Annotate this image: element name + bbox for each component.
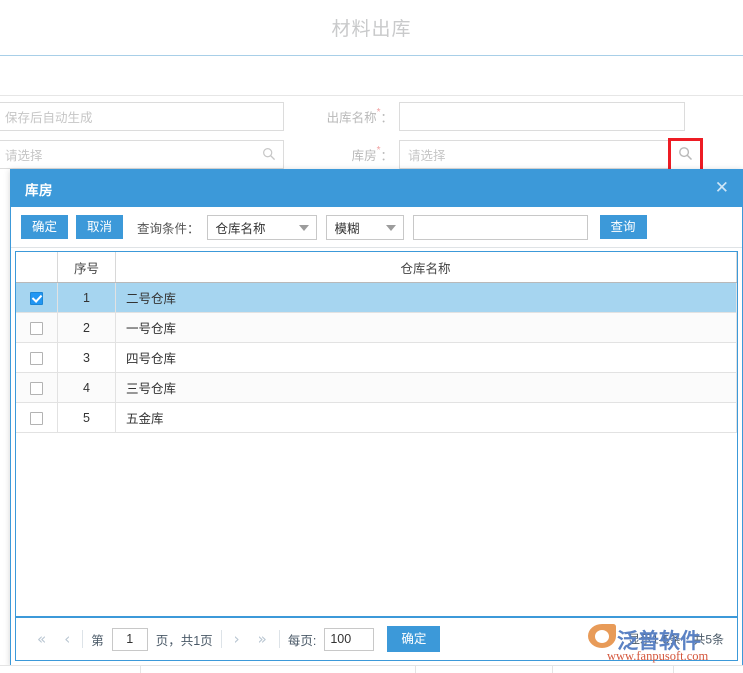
form-area: 保存后自动生成 出库名称*： 请选择 库房*： 请选择: [0, 96, 743, 173]
warehouse-search-highlight: [668, 137, 703, 173]
form-col-left-2: 请选择: [0, 139, 286, 169]
dialog-titlebar: 库房 ✕: [11, 170, 742, 207]
close-icon[interactable]: ✕: [715, 180, 729, 197]
auto-number-value: 保存后自动生成: [5, 110, 93, 125]
warehouse-value: 请选择: [408, 148, 446, 163]
row-checkbox[interactable]: [30, 321, 43, 335]
row-checkbox[interactable]: [30, 291, 43, 305]
per-page-label: 每页:: [287, 633, 317, 648]
row-select-cell[interactable]: [16, 342, 58, 373]
table-header-row: 序号 仓库名称: [16, 252, 737, 283]
toolbar-band: [0, 56, 743, 96]
table-row[interactable]: 5 五金库: [16, 402, 737, 433]
page-bottom-strip: [0, 665, 743, 673]
query-keyword-input[interactable]: [412, 214, 588, 240]
column-header-select: [16, 252, 58, 283]
dialog-toolbar: 确定 取消 查询条件： 仓库名称 模糊 查询: [11, 207, 742, 248]
page-suffix-label: 页，共1页: [155, 633, 213, 648]
auto-number-field[interactable]: 保存后自动生成: [0, 101, 284, 131]
dialog-cancel-button[interactable]: 取消: [76, 215, 124, 239]
row-name-cell: 四号仓库: [115, 342, 737, 373]
first-page-button[interactable]: «: [28, 630, 55, 648]
search-icon[interactable]: [678, 146, 693, 164]
row-select-cell[interactable]: [16, 372, 58, 403]
table-row[interactable]: 3 四号仓库: [16, 342, 737, 373]
warehouse-label: 库房*：: [351, 144, 393, 163]
out-name-label: 出库名称*：: [326, 106, 393, 125]
form-row-1: 保存后自动生成 出库名称*：: [0, 100, 743, 132]
pagination-bar: « ‹ 第 页，共1页 › » 每页: 确定 显示1-5条，共5条: [15, 617, 738, 661]
row-index-cell: 4: [57, 372, 116, 403]
warehouse-table: 序号 仓库名称 1 二号仓库 2 一号仓库 3 四号仓库 4 三号仓库 5 五金库: [16, 252, 737, 433]
query-match-select[interactable]: 模糊: [325, 214, 404, 240]
row-checkbox[interactable]: [30, 411, 43, 425]
page-number-input[interactable]: [111, 627, 148, 651]
table-row[interactable]: 4 三号仓库: [16, 372, 737, 403]
column-header-index: 序号: [57, 252, 116, 283]
record-summary-label: 显示1-5条，共5条: [627, 632, 724, 647]
strip-cell: [416, 666, 553, 673]
row-checkbox[interactable]: [30, 351, 43, 365]
query-field-select-value: 仓库名称: [215, 221, 266, 236]
row-select-cell[interactable]: [16, 312, 58, 343]
warehouse-picker-dialog: 库房 ✕ 确定 取消 查询条件： 仓库名称 模糊 查询 序号 仓库名称 1 二号…: [10, 169, 743, 666]
page-root: 材料出库 保存后自动生成 出库名称*： 请选择 库房*： 请选择 库房 ✕ 确定…: [0, 0, 743, 673]
pager-divider: [278, 630, 280, 648]
pager-divider: [220, 630, 222, 648]
left-picker-field[interactable]: 请选择: [0, 139, 284, 169]
last-page-button[interactable]: »: [249, 630, 276, 648]
table-body: 1 二号仓库 2 一号仓库 3 四号仓库 4 三号仓库 5 五金库: [16, 282, 737, 433]
row-index-cell: 1: [57, 282, 116, 313]
query-field-select[interactable]: 仓库名称: [206, 214, 317, 240]
row-name-cell: 一号仓库: [115, 312, 737, 343]
form-row-2: 请选择 库房*： 请选择: [0, 137, 743, 173]
form-col-left-1: 保存后自动生成: [0, 101, 286, 131]
prev-page-button[interactable]: ‹: [55, 630, 79, 648]
left-picker-value: 请选择: [5, 148, 43, 163]
table-row[interactable]: 2 一号仓库: [16, 312, 737, 343]
strip-cell: [553, 666, 674, 673]
pager-divider: [82, 630, 84, 648]
warehouse-input[interactable]: 请选择: [399, 137, 703, 173]
page-title-bar: 材料出库: [0, 0, 743, 56]
query-condition-label: 查询条件：: [137, 221, 200, 236]
row-name-cell: 二号仓库: [115, 282, 737, 313]
column-header-name: 仓库名称: [115, 252, 737, 283]
search-icon[interactable]: [262, 147, 276, 161]
query-match-select-value: 模糊: [334, 221, 360, 236]
page-title: 材料出库: [331, 19, 412, 40]
warehouse-grid: 序号 仓库名称 1 二号仓库 2 一号仓库 3 四号仓库 4 三号仓库 5 五金库: [15, 251, 738, 617]
row-index-cell: 5: [57, 402, 116, 433]
page-prefix-label: 第: [91, 633, 104, 648]
dialog-confirm-button[interactable]: 确定: [21, 215, 69, 239]
pager-confirm-button[interactable]: 确定: [387, 626, 441, 652]
table-head: 序号 仓库名称: [16, 252, 737, 283]
query-button[interactable]: 查询: [599, 215, 647, 239]
dialog-title: 库房: [25, 182, 53, 198]
grid-empty-space: [16, 433, 737, 616]
strip-cell: [141, 666, 416, 673]
out-name-input[interactable]: [399, 101, 685, 131]
chevron-down-icon: [298, 225, 309, 231]
row-index-cell: 3: [57, 342, 116, 373]
row-select-cell[interactable]: [16, 402, 58, 433]
next-page-button[interactable]: ›: [225, 630, 249, 648]
row-name-cell: 五金库: [115, 402, 737, 433]
row-name-cell: 三号仓库: [115, 372, 737, 403]
row-checkbox[interactable]: [30, 381, 43, 395]
per-page-input[interactable]: [324, 627, 375, 651]
row-select-cell[interactable]: [16, 282, 58, 313]
strip-cell: [0, 666, 141, 673]
table-row[interactable]: 1 二号仓库: [16, 282, 737, 313]
chevron-down-icon: [385, 225, 396, 231]
row-index-cell: 2: [57, 312, 116, 343]
